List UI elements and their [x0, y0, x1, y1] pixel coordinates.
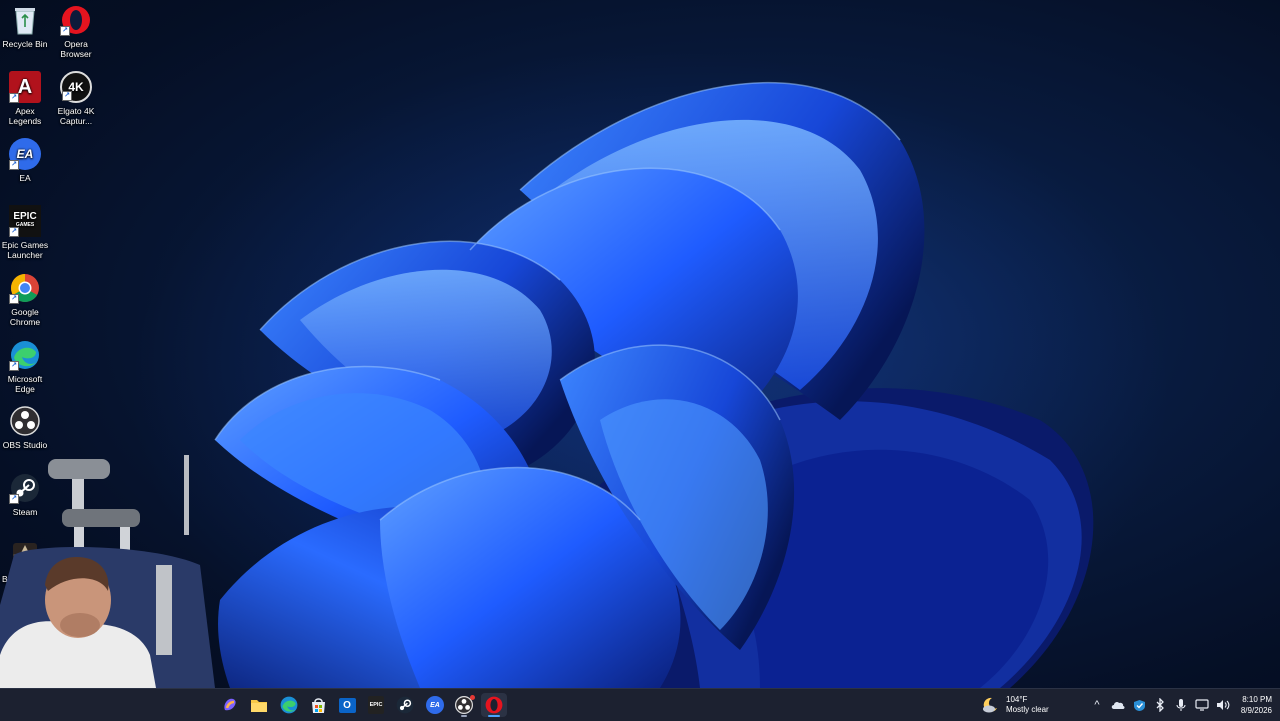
- microphone-icon: [1176, 699, 1186, 711]
- desktop-icon-label: OBS Studio: [2, 440, 48, 450]
- edge-icon: ↗: [9, 339, 41, 371]
- taskbar-outlook-button[interactable]: O: [334, 693, 360, 717]
- desktop-icon-label: Epic Games Launcher: [1, 240, 49, 260]
- taskbar-store-button[interactable]: [305, 693, 331, 717]
- desktop-icon-ea[interactable]: EA ↗ EA: [0, 138, 50, 183]
- taskbar-ea-button[interactable]: EA: [422, 693, 448, 717]
- microsoft-store-icon: [311, 697, 325, 713]
- microphone-button[interactable]: [1172, 694, 1190, 716]
- apex-legends-icon: A ↗: [9, 71, 41, 103]
- running-indicator: [488, 715, 500, 717]
- clock-time: 8:10 PM: [1242, 695, 1272, 704]
- desktop-icon-chrome[interactable]: ↗ Google Chrome: [0, 272, 50, 327]
- copilot-icon: [224, 698, 236, 711]
- desktop[interactable]: Recycle Bin ↗ Opera Browser A ↗ Apex Leg…: [0, 0, 1280, 688]
- taskbar-steam-button[interactable]: [392, 693, 418, 717]
- ea-glyph: EA: [16, 147, 34, 161]
- desktop-icon-label: Recycle Bin: [2, 39, 48, 49]
- epic-glyph-top: EPIC: [13, 211, 37, 222]
- shortcut-arrow-icon: ↗: [9, 227, 19, 237]
- weather-widget[interactable]: 104°F Mostly clear: [980, 693, 1049, 717]
- shortcut-arrow-icon: ↗: [9, 361, 19, 371]
- clock[interactable]: 8:10 PM 8/9/2026: [1226, 694, 1272, 716]
- desktop-icon-label: Apex Legends: [8, 106, 42, 126]
- shortcut-arrow-icon: ↗: [60, 26, 70, 36]
- chevron-up-icon: ^: [1094, 699, 1100, 711]
- bluetooth-button[interactable]: [1151, 694, 1169, 716]
- weather-temperature: 104°F: [1006, 695, 1028, 704]
- desktop-icon-recycle-bin[interactable]: Recycle Bin: [0, 4, 50, 49]
- shortcut-arrow-icon: ↗: [9, 294, 19, 304]
- desktop-icon-label: Elgato 4K Captur...: [57, 106, 95, 126]
- shortcut-arrow-icon: ↗: [62, 91, 72, 101]
- desktop-icon-label: EA: [19, 173, 31, 183]
- onedrive-button[interactable]: [1109, 694, 1127, 716]
- bluetooth-icon: [1156, 698, 1164, 712]
- system-tray: ^: [1088, 693, 1232, 717]
- security-button[interactable]: [1130, 694, 1148, 716]
- taskbar-copilot-button[interactable]: [217, 693, 243, 717]
- file-explorer-icon: [251, 700, 267, 712]
- recording-dot: [470, 695, 475, 700]
- steam-icon: [396, 696, 414, 714]
- outlook-icon: O: [338, 697, 356, 713]
- taskbar-opera-button[interactable]: [481, 693, 507, 717]
- show-hidden-icons-button[interactable]: ^: [1088, 694, 1106, 716]
- desktop-icon-elgato[interactable]: 4K ↗ Elgato 4K Captur...: [51, 71, 101, 126]
- elgato-4k-icon: 4K ↗: [60, 71, 92, 103]
- desktop-icon-obs[interactable]: OBS Studio: [0, 405, 50, 450]
- recycle-bin-icon: [9, 4, 41, 36]
- desktop-icon-epic[interactable]: EPIC GAMES ↗ Epic Games Launcher: [0, 205, 50, 260]
- windows-security-icon: [1133, 699, 1145, 711]
- epic-games-icon: EPIC: [368, 696, 384, 714]
- ea-icon: EA ↗: [9, 138, 41, 170]
- desktop-icon-apex[interactable]: A ↗ Apex Legends: [0, 71, 50, 126]
- webcam-overlay: [0, 455, 215, 688]
- desktop-icon-edge[interactable]: ↗ Microsoft Edge: [0, 339, 50, 394]
- ea-icon: EA: [426, 696, 444, 714]
- weather-condition: Mostly clear: [1006, 705, 1049, 714]
- taskbar: O EPIC EA 104°F Mostly clear ^ 8:10 PM 8…: [0, 688, 1280, 721]
- taskbar-edge-button[interactable]: [276, 693, 302, 717]
- apex-glyph: A: [17, 76, 33, 98]
- taskbar-epic-games-button[interactable]: EPIC: [363, 693, 389, 717]
- desktop-icon-label: Opera Browser: [60, 39, 92, 59]
- onedrive-icon: [1111, 701, 1125, 709]
- network-icon: [1195, 699, 1209, 711]
- desktop-icon-label: Google Chrome: [9, 307, 41, 327]
- epic-games-icon: EPIC GAMES ↗: [9, 205, 41, 237]
- opera-icon: ↗: [60, 4, 92, 36]
- desktop-icon-label: Microsoft Edge: [7, 374, 43, 394]
- shortcut-arrow-icon: ↗: [9, 93, 19, 103]
- clock-date: 8/9/2026: [1240, 706, 1272, 715]
- opera-icon: [485, 696, 503, 714]
- obs-icon: [9, 405, 41, 437]
- moon-cloud-icon: [983, 697, 997, 713]
- chrome-icon: ↗: [9, 272, 41, 304]
- edge-icon: [280, 696, 298, 714]
- taskbar-obs-button[interactable]: [451, 693, 477, 717]
- network-button[interactable]: [1193, 694, 1211, 716]
- shortcut-arrow-icon: ↗: [9, 160, 19, 170]
- taskbar-file-explorer-button[interactable]: [246, 693, 272, 717]
- running-indicator: [461, 715, 467, 717]
- desktop-icon-opera[interactable]: ↗ Opera Browser: [51, 4, 101, 59]
